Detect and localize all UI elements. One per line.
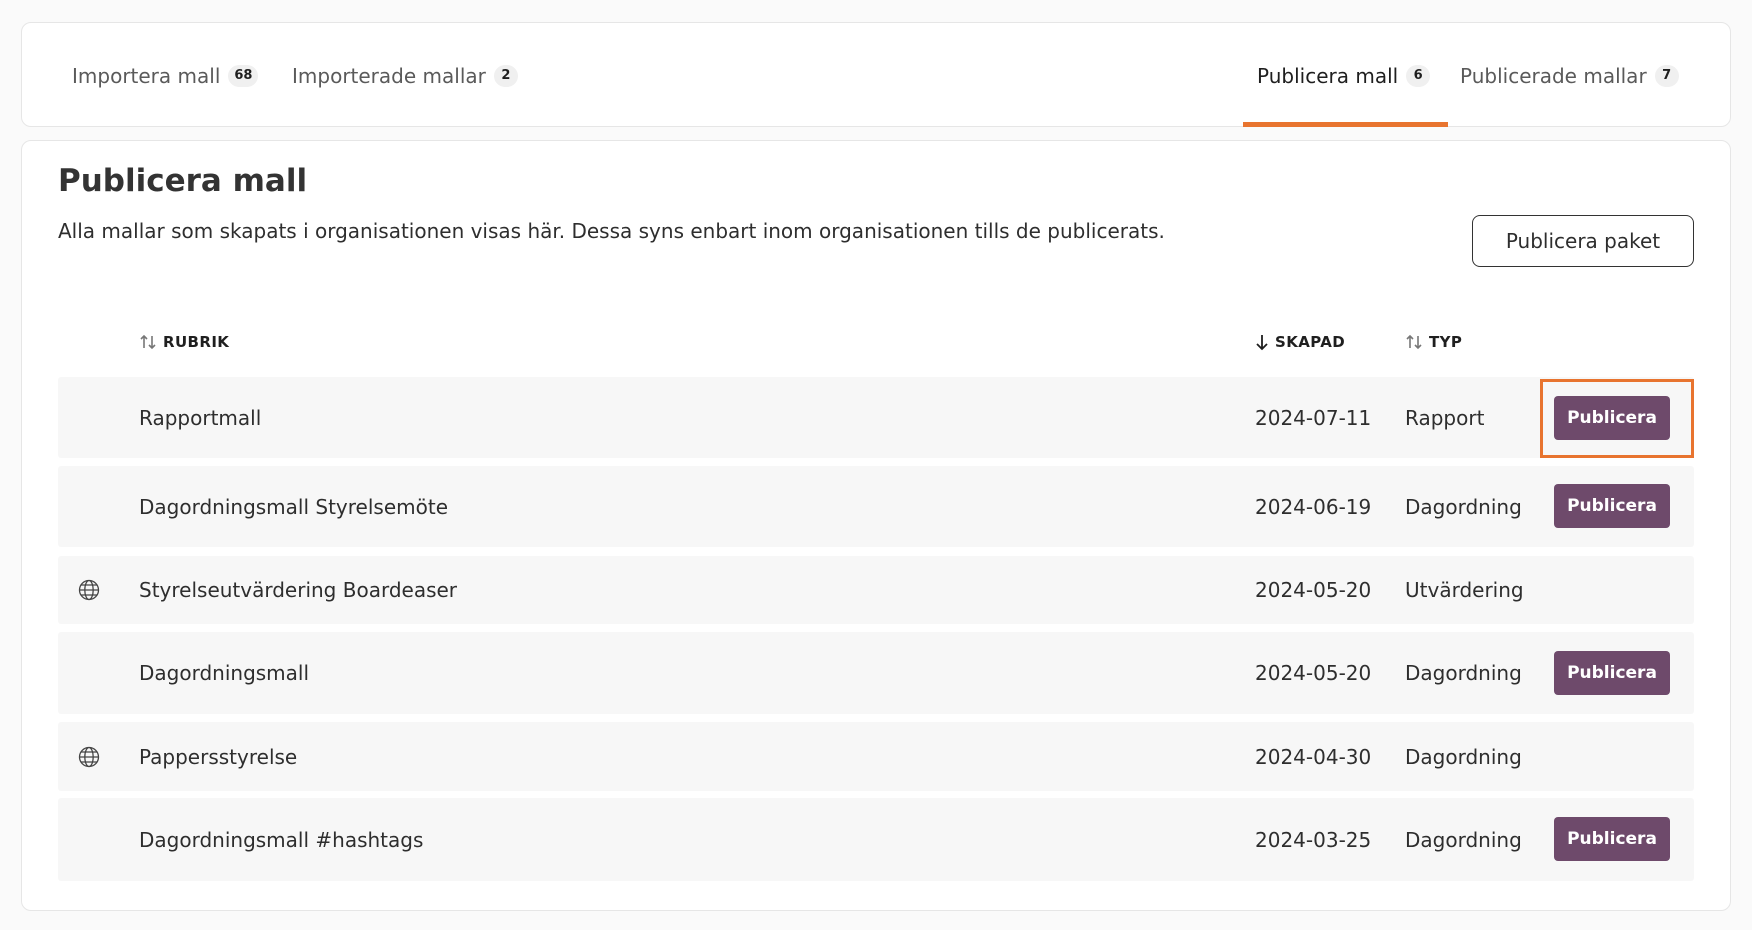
row-title: Rapportmall [139,405,262,430]
row-created: 2024-07-11 [1255,405,1372,430]
row-title: Styrelseutvärdering Boardeaser [139,578,458,602]
tab-import-template[interactable]: Importera mall 68 [72,23,259,128]
arrow-down-icon [1255,333,1269,351]
table-row[interactable]: Pappersstyrelse 2024-04-30 Dagordning [58,722,1694,791]
tab-count-badge: 7 [1654,64,1679,87]
row-type: Dagordning [1405,494,1522,519]
row-created: 2024-06-19 [1255,494,1372,519]
row-type: Dagordning [1405,661,1522,685]
row-created: 2024-04-30 [1255,744,1372,769]
sort-arrows-icon [139,333,157,351]
publish-button[interactable]: Publicera [1554,651,1670,695]
table-row[interactable]: Styrelseutvärdering Boardeaser 2024-05-2… [58,556,1694,624]
globe-icon [78,556,100,624]
tab-count-badge: 6 [1406,64,1431,87]
column-header-label: RUBRIK [163,333,230,351]
row-type: Dagordning [1405,744,1522,769]
tab-publish-template[interactable]: Publicera mall 6 [1257,23,1431,128]
row-created: 2024-05-20 [1255,661,1372,685]
tab-label: Importera mall [72,63,221,88]
row-title: Dagordningsmall [139,661,310,685]
main-panel: Publicera mall Alla mallar som skapats i… [21,140,1731,911]
row-type: Utvärdering [1405,578,1524,602]
table-row[interactable]: Dagordningsmall #hashtags 2024-03-25 Dag… [58,798,1694,881]
publish-package-button[interactable]: Publicera paket [1472,215,1694,267]
column-header-type[interactable]: TYP [1405,330,1462,354]
sort-arrows-icon [1405,333,1423,351]
active-tab-indicator [1243,122,1448,127]
globe-icon [78,722,100,791]
table-row[interactable]: Rapportmall 2024-07-11 Rapport Publicera [58,377,1694,458]
tab-published-templates[interactable]: Publicerade mallar 7 [1460,23,1679,128]
tab-label: Publicerade mallar [1460,63,1647,88]
column-header-label: TYP [1429,333,1463,351]
row-title: Dagordningsmall #hashtags [139,827,424,852]
publish-button[interactable]: Publicera [1554,396,1670,440]
tab-count-badge: 2 [493,64,518,87]
column-header-label: SKAPAD [1275,333,1346,351]
row-type: Dagordning [1405,827,1522,852]
row-created: 2024-05-20 [1255,578,1372,602]
publish-button[interactable]: Publicera [1554,484,1670,528]
tab-count-badge: 68 [228,64,259,87]
tab-label: Importerade mallar [292,63,486,88]
column-header-created[interactable]: SKAPAD [1255,330,1345,354]
table-row[interactable]: Dagordningsmall Styrelsemöte 2024-06-19 … [58,466,1694,547]
page-title: Publicera mall [58,163,308,199]
publish-button[interactable]: Publicera [1554,817,1670,861]
tab-label: Publicera mall [1257,63,1399,88]
column-header-title[interactable]: RUBRIK [139,330,229,354]
row-title: Pappersstyrelse [139,744,298,769]
row-created: 2024-03-25 [1255,827,1372,852]
tab-imported-templates[interactable]: Importerade mallar 2 [292,23,518,128]
tabs-bar: Importera mall 68 Importerade mallar 2 P… [21,22,1731,127]
row-title: Dagordningsmall Styrelsemöte [139,494,448,519]
row-type: Rapport [1405,405,1485,430]
table-row[interactable]: Dagordningsmall 2024-05-20 Dagordning Pu… [58,632,1694,714]
page-description: Alla mallar som skapats i organisationen… [58,219,1165,243]
